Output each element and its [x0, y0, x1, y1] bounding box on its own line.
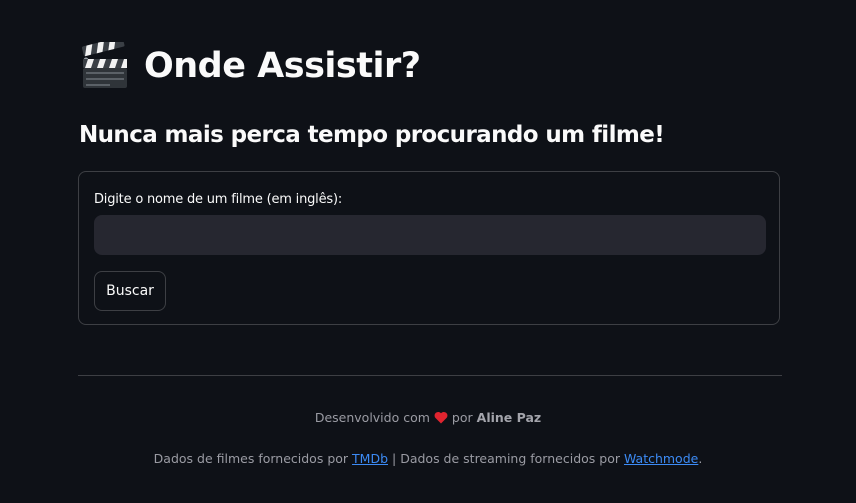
data-sources: Dados de filmes fornecidos por TMDb | Da… — [0, 451, 856, 466]
tmdb-link[interactable]: TMDb — [352, 451, 388, 466]
page-title: Onde Assistir? — [144, 45, 421, 86]
sources-prefix: Dados de filmes fornecidos por — [153, 451, 349, 466]
search-form: Digite o nome de um filme (em inglês): B… — [78, 171, 780, 325]
developer-credit: Desenvolvido com por Aline Paz — [0, 410, 856, 425]
clapper-board-icon — [81, 42, 127, 88]
heart-icon — [434, 411, 448, 424]
page-subtitle: Nunca mais perca tempo procurando um fil… — [79, 122, 665, 148]
movie-name-label: Digite o nome de um filme (em inglês): — [94, 192, 343, 207]
sources-separator: | — [392, 451, 397, 466]
sources-suffix: . — [698, 451, 703, 466]
search-button[interactable]: Buscar — [94, 271, 166, 311]
movie-name-input[interactable] — [94, 215, 766, 255]
sources-middle: Dados de streaming fornecidos por — [400, 451, 620, 466]
author-name: Aline Paz — [476, 410, 542, 425]
page-header: Onde Assistir? — [80, 42, 421, 90]
watchmode-link[interactable]: Watchmode — [624, 451, 698, 466]
credit-by: por — [451, 410, 473, 425]
footer-divider — [78, 375, 782, 376]
credit-prefix: Desenvolvido com — [314, 410, 430, 425]
